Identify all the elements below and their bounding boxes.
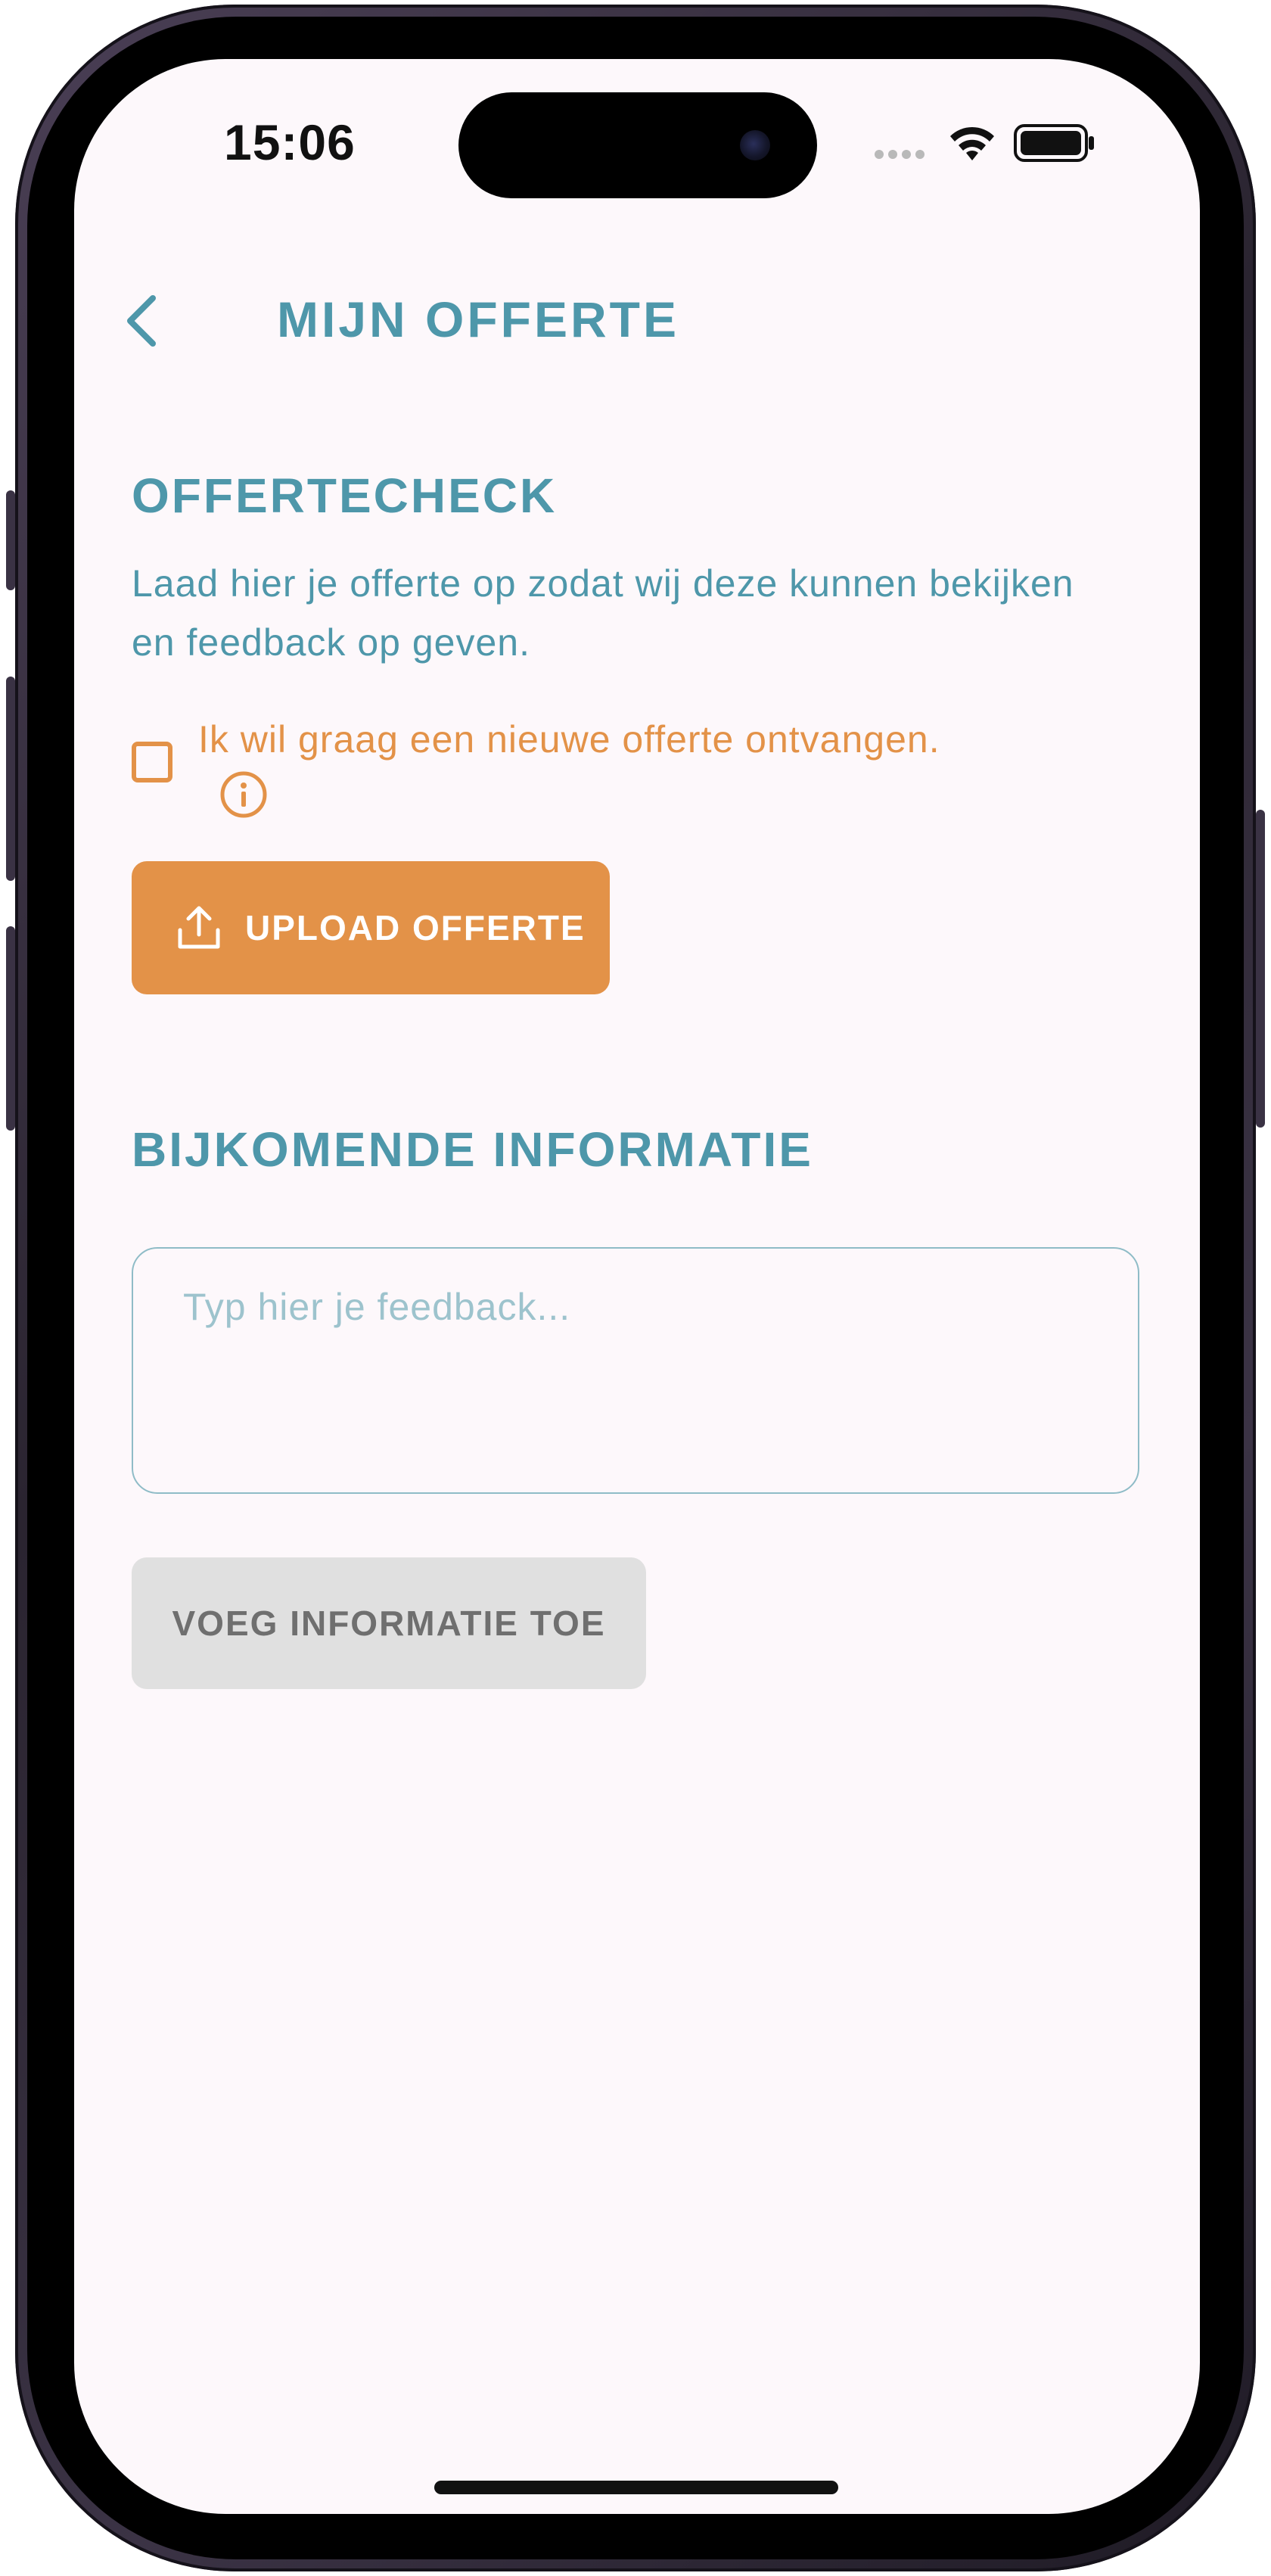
new-offer-checkbox[interactable] <box>132 742 172 782</box>
info-button[interactable] <box>219 770 268 819</box>
new-offer-checkbox-label[interactable]: Ik wil graag een nieuwe offerte ontvange… <box>198 713 1106 766</box>
feedback-field[interactable] <box>132 1247 1139 1494</box>
phone-action-button <box>6 490 15 590</box>
upload-icon <box>178 906 220 949</box>
offertecheck-title: OFFERTECHECK <box>132 468 558 523</box>
feedback-input[interactable] <box>133 1249 1138 1492</box>
wifi-icon <box>950 126 994 160</box>
back-button[interactable] <box>121 294 163 348</box>
battery-icon <box>1014 124 1094 162</box>
page-title: MIJN OFFERTE <box>277 291 680 347</box>
phone-volume-up-button <box>6 677 15 881</box>
bijkomende-informatie-title: BIJKOMENDE INFORMATIE <box>132 1122 813 1177</box>
home-indicator[interactable] <box>434 2481 838 2494</box>
upload-offer-button-label: UPLOAD OFFERTE <box>245 908 586 947</box>
upload-offer-button[interactable]: UPLOAD OFFERTE <box>132 861 610 994</box>
dynamic-island <box>458 92 817 198</box>
add-information-button[interactable]: VOEG INFORMATIE TOE <box>132 1557 646 1689</box>
chevron-left-icon <box>127 295 156 347</box>
camera-lens <box>740 130 770 160</box>
offertecheck-description: Laad hier je offerte op zodat wij deze k… <box>132 562 1074 664</box>
status-time: 15:06 <box>224 114 356 170</box>
phone-volume-down-button <box>6 926 15 1131</box>
phone-power-button <box>1256 810 1265 1128</box>
info-circle-icon <box>220 771 267 818</box>
